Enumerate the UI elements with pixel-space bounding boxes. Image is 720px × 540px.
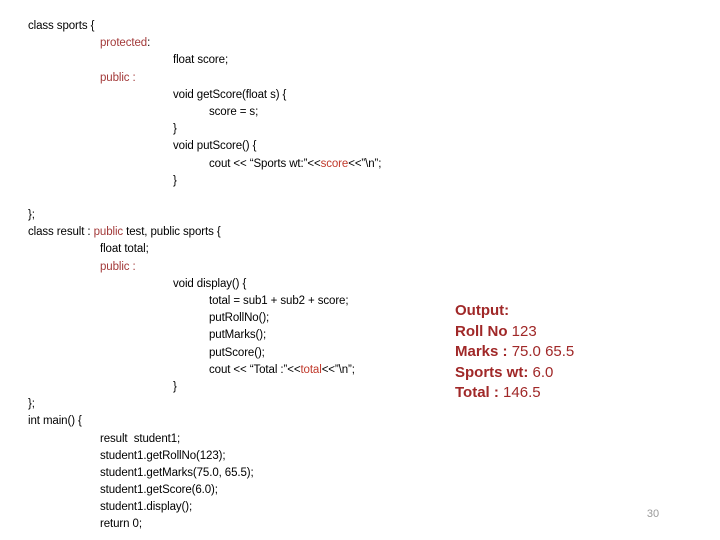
code-text: putRollNo(); [209, 312, 270, 325]
code-line: cout << “Total :”<<total<<”\n”; [0, 362, 460, 379]
output-line-value: 146.5 [503, 384, 541, 402]
code-text: } [173, 123, 177, 136]
program-output-panel: Output: Roll No 123 Marks : 75.0 65.5 Sport… [455, 301, 705, 404]
code-text: student1.display(); [100, 501, 193, 514]
code-text: student1.getMarks(75.0, 65.5); [100, 466, 254, 479]
code-text: }; [28, 398, 35, 411]
code-text: void display() { [173, 277, 247, 290]
output-line-label: Marks : [455, 343, 512, 361]
code-line: total = sub1 + sub2 + score; [0, 293, 460, 310]
code-listing: class sports { protected: float score; publ… [0, 18, 460, 540]
slide-canvas: class sports { protected: float score; publ… [0, 0, 720, 540]
code-line: void getScore(float s) { [0, 87, 460, 104]
code-text: putScore(); [209, 346, 265, 359]
code-line: student1.getRollNo(123); [0, 448, 460, 465]
output-line: Marks : 75.0 65.5 [455, 342, 705, 363]
code-line: putScore(); [0, 345, 460, 362]
page-number: 30 [646, 508, 660, 520]
code-line: } [0, 121, 460, 138]
code-text: student1.getRollNo(123); [100, 449, 226, 462]
code-line: putMarks(); [0, 327, 460, 344]
code-line: } [0, 379, 460, 396]
code-text: void putScore() { [173, 140, 257, 153]
code-text: float total; [100, 243, 149, 256]
code-line: public : [0, 259, 460, 276]
code-line: putRollNo(); [0, 310, 460, 327]
code-line: class sports { [0, 18, 460, 35]
code-text: <<”\n”; [321, 363, 355, 376]
code-line: float total; [0, 241, 460, 258]
code-text: student1.getScore(6.0); [100, 484, 218, 497]
output-line-value: 6.0 [532, 363, 554, 381]
code-variable: score [320, 157, 349, 170]
code-text: void getScore(float s) { [173, 88, 287, 101]
code-line: student1.display(); [0, 499, 460, 516]
code-keyword: public [93, 226, 124, 239]
code-line: cout << “Sports wt:”<<score<<”\n”; [0, 156, 460, 173]
output-line: Sports wt: 6.0 [455, 363, 705, 384]
output-line: Total : 146.5 [455, 383, 705, 404]
code-line: result student1; [0, 431, 460, 448]
code-text: total = sub1 + sub2 + score; [209, 295, 349, 307]
code-text: } [173, 380, 177, 393]
code-variable: total [300, 363, 322, 376]
code-text: return 0; [100, 518, 142, 531]
code-line: public : [0, 70, 460, 87]
code-line: void display() { [0, 276, 460, 293]
output-line: Output: [455, 301, 705, 322]
code-text: : [147, 37, 151, 50]
code-text: class sports { [28, 20, 95, 32]
code-text: } [173, 174, 177, 187]
code-text: int main() { [28, 415, 82, 428]
code-line: int main() { [0, 413, 460, 430]
code-line: }; [0, 207, 460, 224]
output-line-label: Output: [455, 302, 510, 319]
code-keyword: protected [100, 37, 148, 50]
code-line: }; [0, 396, 460, 413]
code-line: class result : public test, public sport… [0, 224, 460, 241]
code-line: void putScore() { [0, 138, 460, 155]
code-text: cout << “Sports wt:”<< [209, 157, 321, 170]
code-line: } [0, 173, 460, 190]
code-text: score = s; [209, 105, 259, 118]
code-text: <<”\n”; [348, 157, 382, 170]
code-line: float score; [0, 52, 460, 69]
code-line: return 0; [0, 516, 460, 533]
code-line: student1.getScore(6.0); [0, 482, 460, 499]
code-line: student1.getMarks(75.0, 65.5); [0, 465, 460, 482]
output-line-value: 75.0 65.5 [511, 343, 575, 361]
code-text: test, public sports { [123, 226, 221, 239]
code-text: result student1; [100, 432, 181, 445]
code-text: putMarks(); [209, 329, 267, 342]
code-text: }; [28, 209, 35, 222]
code-text: float score; [173, 54, 229, 67]
code-keyword: public : [100, 71, 136, 84]
output-line-label: Sports wt: [455, 363, 533, 381]
code-text: class result : [28, 226, 94, 239]
code-line: score = s; [0, 104, 460, 121]
output-line-label: Roll No [455, 322, 512, 340]
code-keyword: public : [100, 260, 136, 273]
output-line-label: Total : [455, 384, 504, 402]
code-line: protected: [0, 35, 460, 52]
code-text: cout << “Total :”<< [209, 363, 301, 376]
output-line: Roll No 123 [455, 322, 705, 343]
output-line-value: 123 [511, 322, 537, 340]
